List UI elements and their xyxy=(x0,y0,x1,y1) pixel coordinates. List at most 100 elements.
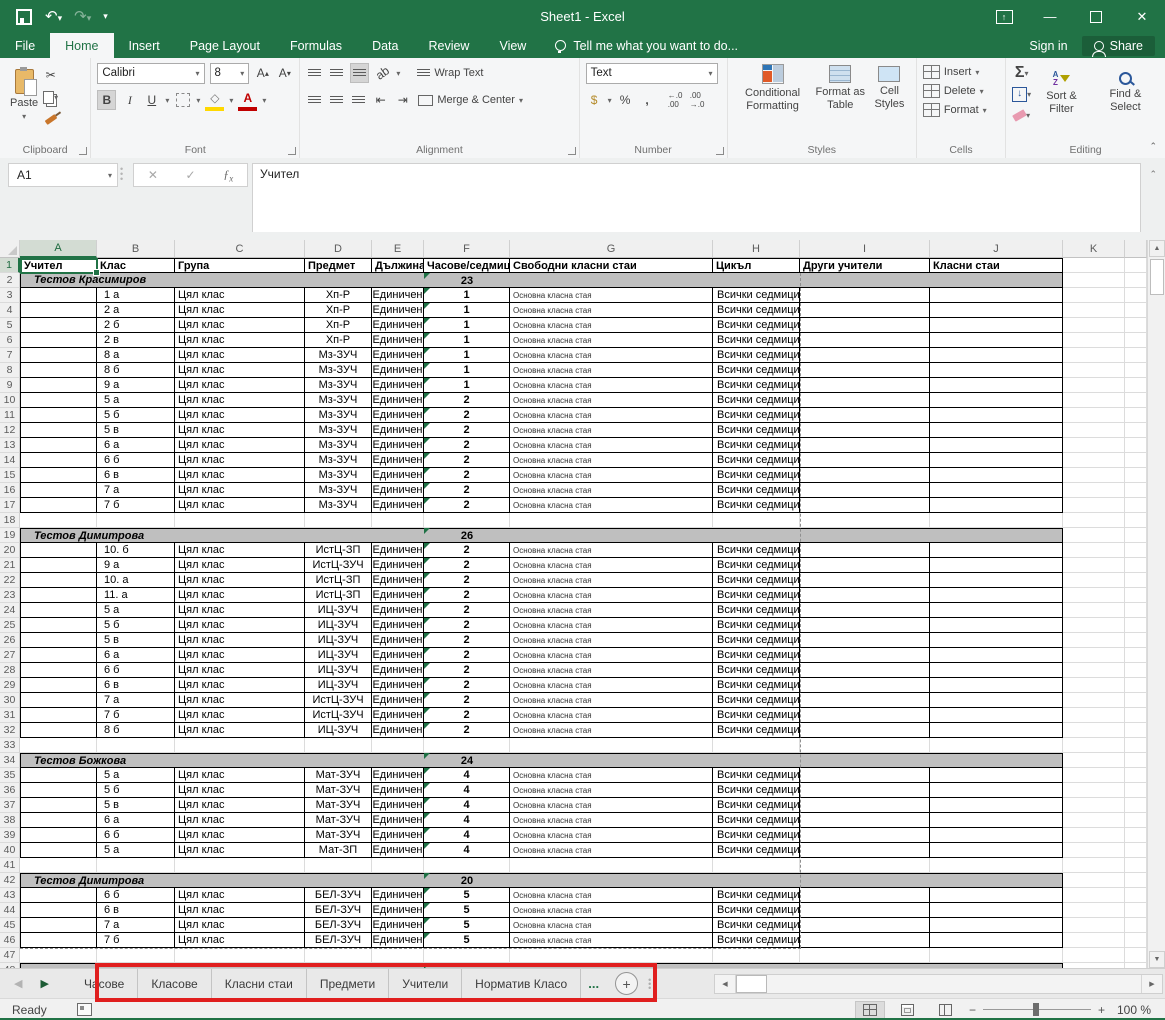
data-cell-A11[interactable] xyxy=(20,408,97,423)
data-cell-E28[interactable]: Единичен xyxy=(372,663,424,678)
data-cell-E22[interactable]: Единичен xyxy=(372,573,424,588)
data-cell-B12[interactable]: 5 в xyxy=(97,423,175,438)
data-cell-I12[interactable] xyxy=(800,423,930,438)
empty-cell[interactable] xyxy=(1125,738,1147,753)
data-cell-G43[interactable]: Основна класна стая xyxy=(510,888,713,903)
data-cell-J43[interactable] xyxy=(930,888,1063,903)
empty-cell[interactable] xyxy=(1125,588,1147,603)
header-cell-J[interactable]: Класни стаи xyxy=(930,258,1063,273)
data-cell-F46[interactable]: 5 xyxy=(424,933,510,948)
accounting-format-icon[interactable]: $ xyxy=(586,91,603,109)
data-cell-E37[interactable]: Единичен xyxy=(372,798,424,813)
data-cell-F12[interactable]: 2 xyxy=(424,423,510,438)
data-cell-E8[interactable]: Единичен xyxy=(372,363,424,378)
data-cell-E20[interactable]: Единичен xyxy=(372,543,424,558)
row-header-11[interactable]: 11 xyxy=(0,408,20,423)
empty-cell[interactable] xyxy=(1125,363,1147,378)
row-header-5[interactable]: 5 xyxy=(0,318,20,333)
data-cell-F11[interactable]: 2 xyxy=(424,408,510,423)
column-header-F[interactable]: F xyxy=(424,240,510,258)
row-header-12[interactable]: 12 xyxy=(0,423,20,438)
data-cell-A40[interactable] xyxy=(20,843,97,858)
data-cell-E21[interactable]: Единичен xyxy=(372,558,424,573)
sheet-tab-класове[interactable]: Класове xyxy=(138,969,211,998)
data-cell-C44[interactable]: Цял клас xyxy=(175,903,305,918)
data-cell-C38[interactable]: Цял клас xyxy=(175,813,305,828)
row-header-44[interactable]: 44 xyxy=(0,903,20,918)
data-cell-A31[interactable] xyxy=(20,708,97,723)
data-cell-H43[interactable]: Всички седмици xyxy=(713,888,800,903)
data-cell-E32[interactable]: Единичен xyxy=(372,723,424,738)
empty-cell[interactable] xyxy=(424,513,510,528)
data-cell-I37[interactable] xyxy=(800,798,930,813)
format-as-table-button[interactable]: Format as Table xyxy=(811,62,869,115)
data-cell-B26[interactable]: 5 в xyxy=(97,633,175,648)
data-cell-F27[interactable]: 2 xyxy=(424,648,510,663)
data-cell-C24[interactable]: Цял клас xyxy=(175,603,305,618)
data-cell-D39[interactable]: Мат-ЗУЧ xyxy=(305,828,372,843)
empty-cell[interactable] xyxy=(1125,468,1147,483)
row-header-7[interactable]: 7 xyxy=(0,348,20,363)
normal-view-button[interactable] xyxy=(855,1001,885,1019)
spreadsheet-grid[interactable]: ABCDEFGHIJK1УчителКласГрупаПредметДължин… xyxy=(0,240,1147,968)
data-cell-H24[interactable]: Всички седмици xyxy=(713,603,800,618)
data-cell-C45[interactable]: Цял клас xyxy=(175,918,305,933)
data-cell-J20[interactable] xyxy=(930,543,1063,558)
data-cell-E17[interactable]: Единичен xyxy=(372,498,424,513)
data-cell-H25[interactable]: Всички седмици xyxy=(713,618,800,633)
maximize-button[interactable] xyxy=(1073,0,1119,33)
data-cell-I4[interactable] xyxy=(800,303,930,318)
data-cell-H9[interactable]: Всички седмици xyxy=(713,378,800,393)
empty-cell[interactable] xyxy=(97,948,175,963)
data-cell-G10[interactable]: Основна класна стая xyxy=(510,393,713,408)
data-cell-I8[interactable] xyxy=(800,363,930,378)
data-cell-H6[interactable]: Всички седмици xyxy=(713,333,800,348)
font-color-icon[interactable]: A xyxy=(238,89,257,111)
row-header-31[interactable]: 31 xyxy=(0,708,20,723)
data-cell-E44[interactable]: Единичен xyxy=(372,903,424,918)
header-cell-A[interactable]: Учител xyxy=(20,258,97,273)
data-cell-H23[interactable]: Всички седмици xyxy=(713,588,800,603)
format-cells-button[interactable]: Format▾ xyxy=(923,103,999,117)
data-cell-F6[interactable]: 1 xyxy=(424,333,510,348)
data-cell-G21[interactable]: Основна класна стая xyxy=(510,558,713,573)
data-cell-J9[interactable] xyxy=(930,378,1063,393)
data-cell-F20[interactable]: 2 xyxy=(424,543,510,558)
row-header-26[interactable]: 26 xyxy=(0,633,20,648)
data-cell-J21[interactable] xyxy=(930,558,1063,573)
row-header-27[interactable]: 27 xyxy=(0,648,20,663)
row-header-22[interactable]: 22 xyxy=(0,573,20,588)
row-header-3[interactable]: 3 xyxy=(0,288,20,303)
empty-cell[interactable] xyxy=(424,858,510,873)
data-cell-E16[interactable]: Единичен xyxy=(372,483,424,498)
row-header-28[interactable]: 28 xyxy=(0,663,20,678)
empty-cell[interactable] xyxy=(372,858,424,873)
data-cell-G6[interactable]: Основна класна стая xyxy=(510,333,713,348)
data-cell-F17[interactable]: 2 xyxy=(424,498,510,513)
row-header-38[interactable]: 38 xyxy=(0,813,20,828)
empty-cell[interactable] xyxy=(175,513,305,528)
customize-qat-icon[interactable]: ▾ xyxy=(103,11,107,22)
cell[interactable] xyxy=(1063,468,1125,483)
data-cell-G45[interactable]: Основна класна стая xyxy=(510,918,713,933)
data-cell-E23[interactable]: Единичен xyxy=(372,588,424,603)
data-cell-A16[interactable] xyxy=(20,483,97,498)
clear-icon[interactable]: ▾ xyxy=(1012,106,1031,124)
data-cell-C8[interactable]: Цял клас xyxy=(175,363,305,378)
data-cell-I43[interactable] xyxy=(800,888,930,903)
data-cell-E43[interactable]: Единичен xyxy=(372,888,424,903)
empty-cell[interactable] xyxy=(1125,543,1147,558)
data-cell-I14[interactable] xyxy=(800,453,930,468)
data-cell-F7[interactable]: 1 xyxy=(424,348,510,363)
data-cell-A36[interactable] xyxy=(20,783,97,798)
column-header-K[interactable]: K xyxy=(1063,240,1125,258)
data-cell-F10[interactable]: 2 xyxy=(424,393,510,408)
data-cell-G9[interactable]: Основна класна стая xyxy=(510,378,713,393)
new-sheet-button[interactable]: + xyxy=(615,972,638,995)
empty-cell[interactable] xyxy=(1125,273,1147,288)
data-cell-I39[interactable] xyxy=(800,828,930,843)
empty-cell[interactable] xyxy=(1125,258,1147,273)
empty-cell[interactable] xyxy=(1063,738,1125,753)
data-cell-D43[interactable]: БЕЛ-ЗУЧ xyxy=(305,888,372,903)
row-header-29[interactable]: 29 xyxy=(0,678,20,693)
